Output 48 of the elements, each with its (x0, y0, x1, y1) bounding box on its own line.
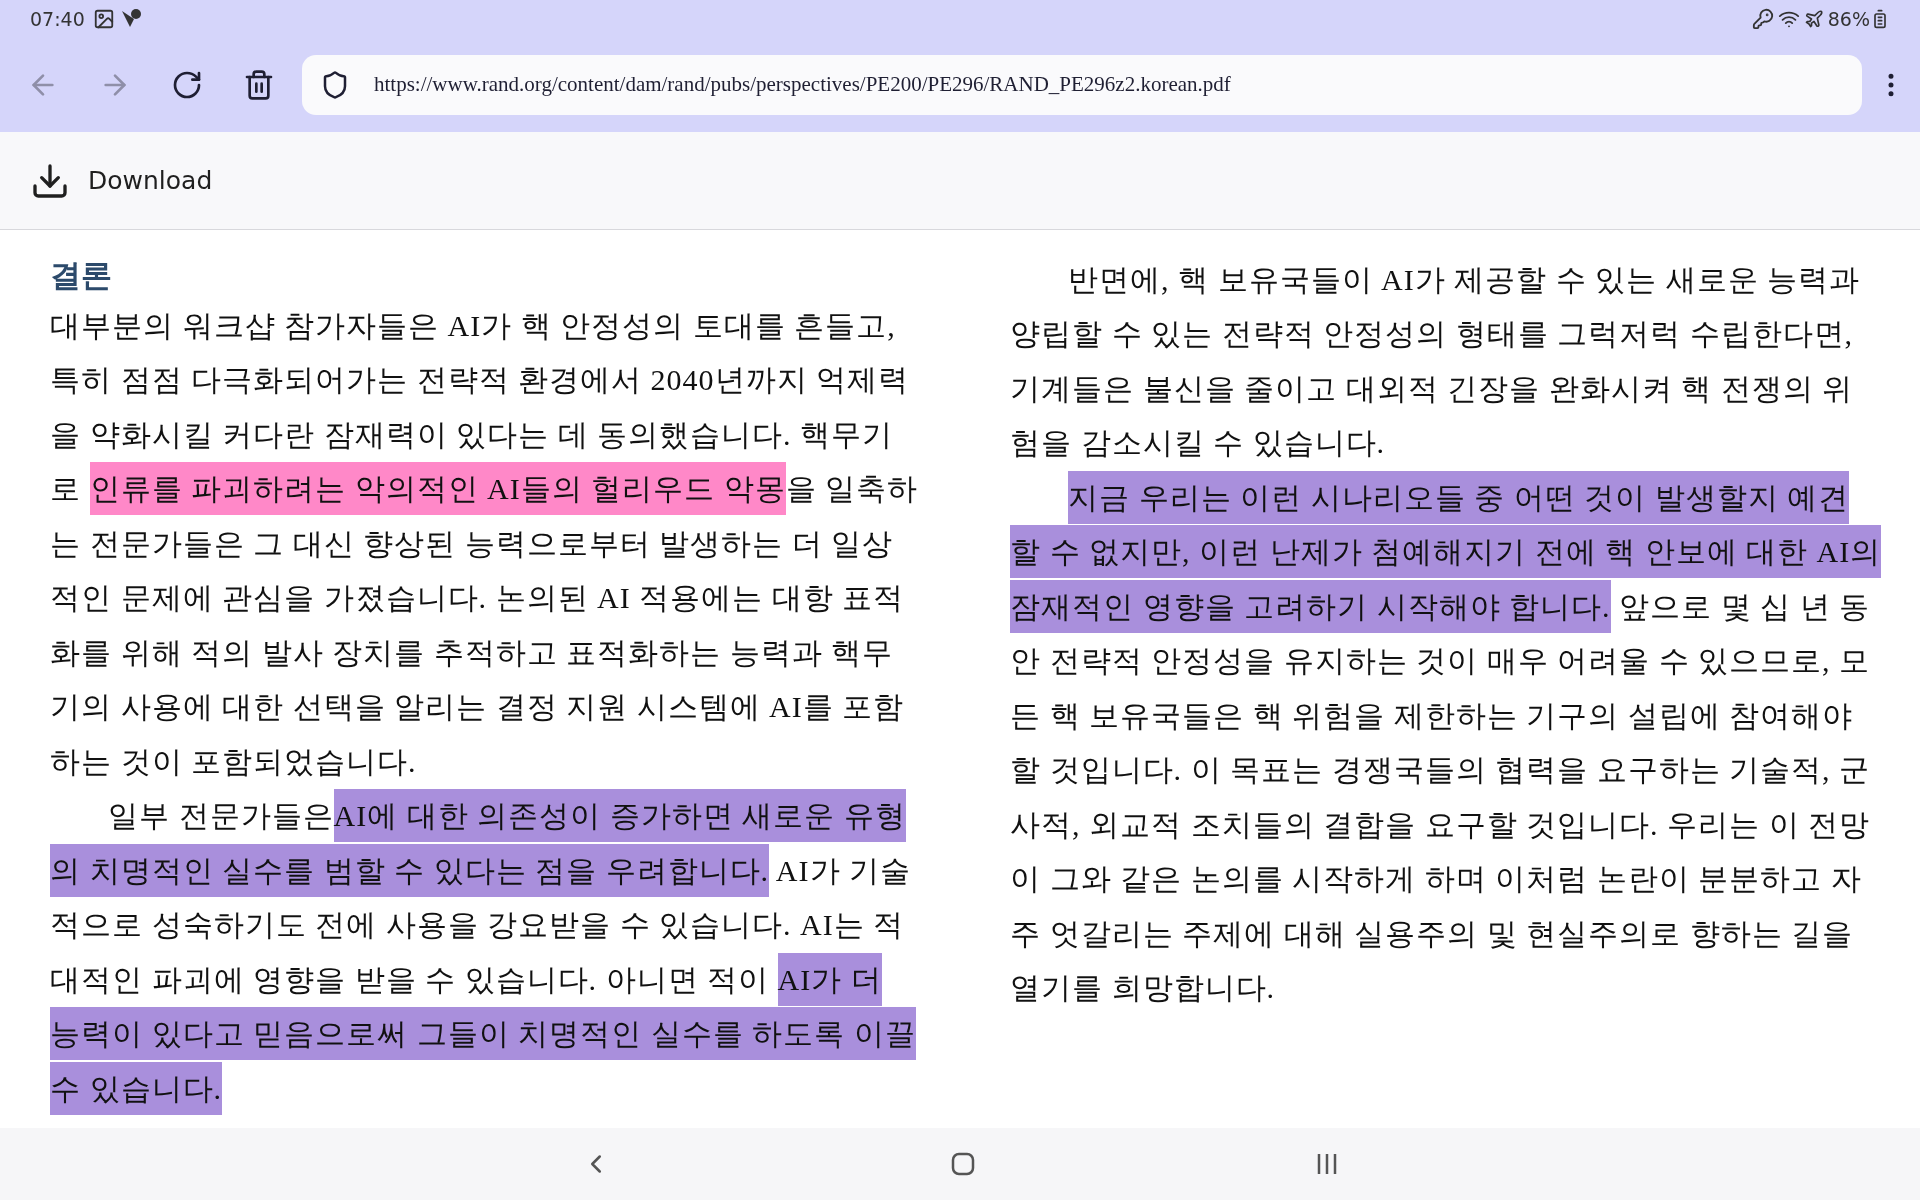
body-text: 이 그와 같은 논의를 시작하게 하며 이처럼 논란이 분분하고 자 (1010, 861, 1862, 898)
body-text: 대부분의 워크샵 참가자들은 AI가 핵 안정성의 토대를 흔들고, (50, 307, 896, 344)
body-text: 반면에, 핵 보유국들이 AI가 제공할 수 있는 새로운 능력과 (1068, 261, 1861, 298)
highlighted-text: 수 있습니다. (50, 1061, 222, 1115)
body-text: 기의 사용에 대한 선택을 알리는 결정 지원 시스템에 AI를 포함 (50, 689, 905, 726)
body-text: 는 전문가들은 그 대신 향상된 능력으로부터 발생하는 더 일상 (50, 525, 893, 562)
body-text: AI가 기술 (774, 852, 911, 889)
status-time: 07:40 (30, 6, 85, 32)
body-text: 적인 문제에 관심을 가졌습니다. 논의된 AI 적용에는 대항 표적 (50, 580, 905, 617)
body-text: 기계들은 불신을 줄이고 대외적 긴장을 완화시켜 핵 전쟁의 위 (1010, 370, 1853, 407)
body-text: 로 (50, 471, 82, 508)
highlighted-text: 잠재적인 영향을 고려하기 시작해야 합니다. (1010, 579, 1611, 633)
highlighted-text: 인류를 파괴하려는 악의적인 AI들의 헐리우드 악몽 (89, 462, 786, 516)
body-text: 을 일축하 (785, 471, 919, 508)
section-heading: 결론 (50, 256, 112, 295)
body-text: 주 엇갈리는 주제에 대해 실용주의 및 현실주의로 향하는 길을 (1010, 915, 1853, 952)
body-text: 적으로 성숙하기도 전에 사용을 강요받을 수 있습니다. AI는 적 (50, 907, 905, 944)
body-text: 열기를 희망합니다. (1010, 970, 1275, 1007)
body-text: 할 것입니다. 이 목표는 경쟁국들의 협력을 요구하는 기술적, 군 (1010, 752, 1870, 789)
highlighted-text: AI에 대한 의존성이 증가하면 새로운 유형 (333, 789, 906, 843)
download-button[interactable]: Download (30, 160, 213, 201)
body-text: 든 핵 보유국들은 핵 위험을 제한하는 기구의 설립에 참여해야 (1010, 697, 1853, 734)
url-field[interactable]: https://www.rand.org/content/dam/rand/pubs/perspectives/PE200/PE296/RAND_PE296z2.korean.pdf (302, 55, 1862, 115)
gallery-icon (92, 8, 115, 30)
body-text: 일부 전문가들은 (108, 798, 334, 835)
reload-icon (171, 69, 203, 101)
body-text: 양립할 수 있는 전략적 안정성의 형태를 그럭저럭 수립한다면, (1010, 316, 1853, 353)
url-text: https://www.rand.org/content/dam/rand/pubs/perspectives/PE200/PE296/RAND_PE296z2.korean.pdf (374, 71, 1231, 99)
body-text: 앞으로 몇 십 년 동 (1618, 588, 1870, 625)
battery-percent: 86% (1827, 6, 1870, 32)
highlighted-text: 할 수 없지만, 이런 난제가 첨예해지기 전에 핵 안보에 대한 AI의 (1010, 525, 1882, 579)
highlighted-text: 지금 우리는 이런 시나리오들 중 어떤 것이 발생할지 예견 (1068, 470, 1849, 524)
body-text: 사적, 외교적 조치들의 결합을 요구할 것입니다. 우리는 이 전망 (1010, 806, 1870, 843)
body-text: 하는 것이 포함되었습니다. (50, 743, 417, 780)
home-nav-icon[interactable] (951, 1152, 975, 1176)
highlighted-text: AI가 더 (777, 952, 882, 1006)
highlighted-text: 능력이 있다고 믿음으로써 그들이 치명적인 실수를 하도록 이끌 (50, 1007, 916, 1061)
body-text: 을 약화시킬 커다란 잠재력이 있다는 데 동의했습니다. 핵무기 (50, 416, 893, 453)
body-text: 험을 감소시킬 수 있습니다. (1010, 425, 1385, 462)
key-icon (1751, 8, 1774, 30)
trash-icon (243, 69, 275, 101)
body-text: 안 전략적 안정성을 유지하는 것이 매우 어려울 수 있으므로, 모 (1010, 643, 1870, 680)
recents-nav-icon[interactable] (1315, 1152, 1339, 1176)
airplane-icon (1803, 9, 1824, 29)
body-text: 대적인 파괴에 영향을 받을 수 있습니다. 아니면 적이 (50, 961, 770, 998)
highlighted-text: 의 치명적인 실수를 범할 수 있다는 점을 우려합니다. (50, 843, 769, 897)
body-text: 특히 점점 다극화되어가는 전략적 환경에서 2040년까지 억제력 (50, 362, 909, 399)
body-text: 화를 위해 적의 발사 장치를 추적하고 표적화하는 능력과 핵무 (50, 634, 893, 671)
